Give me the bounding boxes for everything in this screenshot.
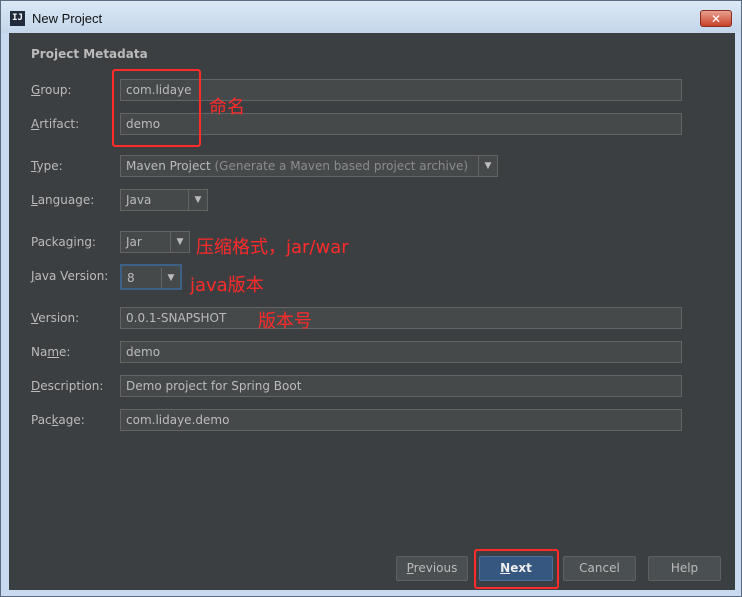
- close-button[interactable]: ✕: [700, 10, 732, 27]
- language-label: Language:: [31, 193, 95, 207]
- title-bar[interactable]: IJ New Project ✕: [1, 1, 741, 33]
- annotation-java-version: java版本: [190, 275, 264, 296]
- group-input[interactable]: com.lidaye: [120, 79, 682, 101]
- packaging-label: Packaging:: [31, 235, 96, 249]
- group-label: Group:: [31, 83, 72, 97]
- language-value: Java: [126, 193, 152, 207]
- package-label: Package:: [31, 413, 85, 427]
- java-version-value: 8: [127, 271, 135, 285]
- version-input[interactable]: 0.0.1-SNAPSHOT: [120, 307, 682, 329]
- artifact-input[interactable]: demo: [120, 113, 682, 135]
- description-input[interactable]: Demo project for Spring Boot: [120, 375, 682, 397]
- annotation-box-naming: [112, 69, 201, 147]
- new-project-dialog: IJ New Project ✕ Project Metadata Group:…: [0, 0, 742, 597]
- chevron-down-icon[interactable]: ▼: [188, 190, 207, 210]
- package-input[interactable]: com.lidaye.demo: [120, 409, 682, 431]
- name-label: Name:: [31, 345, 71, 359]
- cancel-button[interactable]: Cancel: [563, 556, 636, 581]
- type-value: Maven Project: [126, 159, 211, 173]
- chevron-down-icon[interactable]: ▼: [478, 156, 497, 176]
- packaging-value: Jar: [126, 235, 142, 249]
- annotation-packaging-format: 压缩格式，jar/war: [196, 237, 349, 258]
- type-label: Type:: [31, 159, 63, 173]
- chevron-down-icon[interactable]: ▼: [161, 268, 180, 288]
- next-button[interactable]: Next: [479, 556, 553, 581]
- java-version-select[interactable]: 8 ▼: [120, 264, 182, 290]
- type-hint: (Generate a Maven based project archive): [210, 159, 469, 173]
- annotation-version-number: 版本号: [258, 311, 312, 332]
- java-version-label: Java Version:: [31, 269, 109, 283]
- window-title: New Project: [32, 11, 103, 26]
- annotation-naming: 命名: [209, 97, 245, 118]
- type-select[interactable]: Maven Project (Generate a Maven based pr…: [120, 155, 498, 177]
- close-icon: ✕: [710, 12, 722, 26]
- version-label: Version:: [31, 311, 80, 325]
- section-title: Project Metadata: [31, 47, 148, 61]
- language-select[interactable]: Java ▼: [120, 189, 208, 211]
- artifact-label: Artifact:: [31, 117, 80, 131]
- chevron-down-icon[interactable]: ▼: [170, 232, 189, 252]
- previous-button[interactable]: Previous: [396, 556, 468, 581]
- description-label: Description:: [31, 379, 104, 393]
- name-input[interactable]: demo: [120, 341, 682, 363]
- intellij-app-icon: IJ: [10, 11, 25, 26]
- help-button[interactable]: Help: [648, 556, 721, 581]
- packaging-select[interactable]: Jar ▼: [120, 231, 190, 253]
- dialog-content: Project Metadata Group: com.lidaye Artif…: [9, 33, 735, 590]
